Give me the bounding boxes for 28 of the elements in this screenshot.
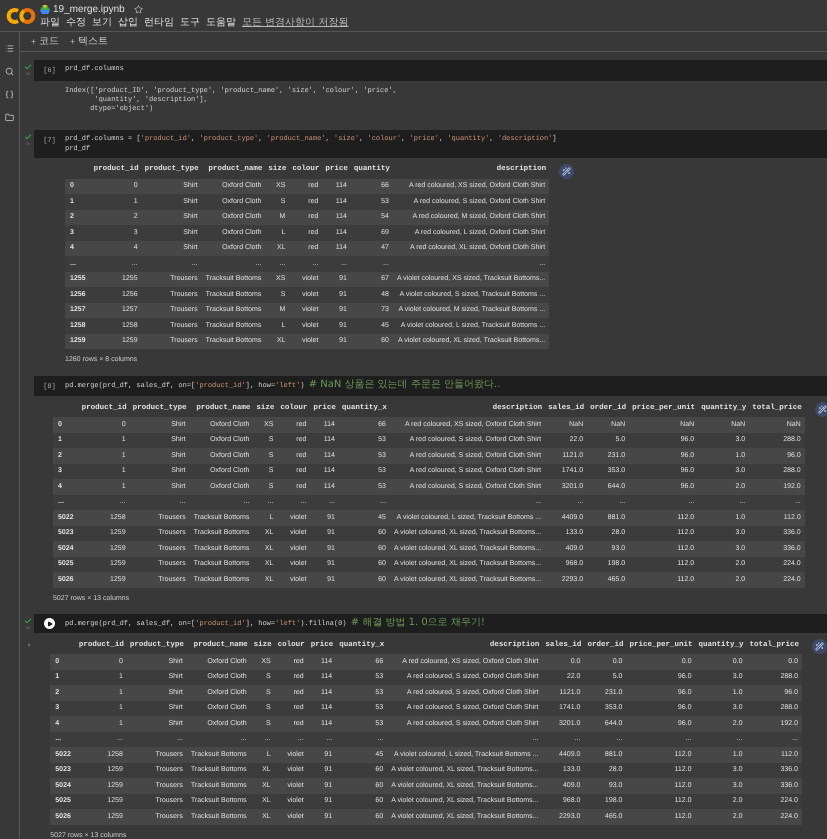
magic-wand-button[interactable] bbox=[559, 164, 574, 178]
drive-icon[interactable] bbox=[40, 5, 50, 14]
magic-wand-button[interactable] bbox=[814, 402, 827, 417]
variables-icon[interactable] bbox=[5, 90, 14, 99]
play-icon bbox=[46, 620, 52, 626]
magic-wand-icon bbox=[818, 405, 827, 414]
run-button[interactable] bbox=[44, 618, 55, 629]
plus-icon bbox=[69, 38, 76, 45]
magic-wand-icon bbox=[815, 642, 824, 651]
menu-item[interactable]: 수정 bbox=[66, 17, 86, 29]
magic-wand-icon bbox=[562, 166, 572, 176]
table-of-contents-icon[interactable] bbox=[5, 44, 14, 53]
notebook-title[interactable]: 19_merge.ipynb bbox=[53, 2, 125, 17]
menu-item[interactable]: 도구 bbox=[180, 17, 200, 29]
menu-item[interactable]: 삽입 bbox=[118, 17, 138, 29]
menu-item[interactable]: 파일 bbox=[40, 17, 60, 29]
menu-item[interactable]: 도움말 bbox=[206, 17, 236, 29]
add-cell-button[interactable]: 텍스트 bbox=[69, 34, 108, 49]
menu-item[interactable]: 런타임 bbox=[144, 17, 174, 29]
search-icon[interactable] bbox=[5, 67, 14, 76]
menu-item[interactable]: 보기 bbox=[92, 17, 112, 29]
logo-icon[interactable] bbox=[6, 6, 36, 24]
star-icon[interactable] bbox=[134, 5, 143, 14]
magic-wand-button[interactable] bbox=[812, 639, 827, 654]
folder-icon[interactable] bbox=[5, 113, 14, 122]
plus-icon bbox=[30, 38, 37, 45]
add-cell-button[interactable]: 코드 bbox=[30, 34, 59, 49]
save-status[interactable]: 모든 변경사항이 저장됨 bbox=[242, 17, 348, 29]
